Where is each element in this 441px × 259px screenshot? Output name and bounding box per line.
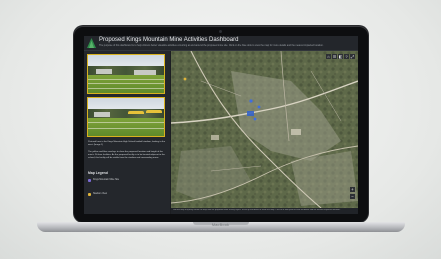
dashboard-title: Proposed Kings Mountain Mine Activities …: [99, 37, 239, 43]
mine-site-swatch: [88, 179, 91, 182]
zoom-out-button[interactable]: −: [350, 194, 355, 199]
proposed-facility-overlay: [146, 110, 162, 113]
map-imagery: [171, 51, 358, 208]
brand-label: MacBook: [211, 223, 230, 227]
laptop-screen: Proposed Kings Mountain Mine Activities …: [84, 36, 358, 214]
stadium-photo-after[interactable]: [87, 97, 165, 137]
proposed-facility-overlay: [128, 111, 144, 114]
zoom-in-button[interactable]: +: [350, 187, 355, 192]
camera: [219, 30, 222, 33]
stadium-photo-before[interactable]: [87, 54, 165, 94]
legend-title: Map Legend: [88, 171, 108, 175]
legend-item-mine-site: Kings Mountain Mine Site: [93, 178, 120, 181]
info-panel: Pictured here is the Kings Mountain High…: [84, 51, 170, 214]
satellite-map[interactable]: ⌂ ☰ ◧ ? ⤢ + −: [171, 51, 358, 208]
dashboard-subtitle: The purpose of this dashboard is to help…: [99, 44, 324, 47]
help-icon[interactable]: ?: [344, 54, 349, 59]
photo-description: The yellow and blue overlays to show the…: [88, 151, 165, 159]
mountain-logo-icon: [87, 38, 96, 48]
photo-caption: Pictured here is the Kings Mountain High…: [88, 141, 166, 146]
dashboard-header: Proposed Kings Mountain Mine Activities …: [84, 36, 358, 51]
layers-icon[interactable]: ☰: [332, 54, 337, 59]
home-icon[interactable]: ⌂: [326, 54, 331, 59]
fullscreen-icon[interactable]: ⤢: [350, 54, 355, 59]
map-footer-text: Use the map to quickly locate the map wi…: [173, 209, 341, 211]
map-footer-bar: Use the map to quickly locate the map wi…: [171, 208, 358, 214]
map-toolbar: ⌂ ☰ ◧ ? ⤢: [326, 54, 355, 60]
legend-item-stadium-view: Stadium View: [93, 192, 108, 195]
basemap-icon[interactable]: ◧: [338, 54, 343, 59]
stadium-view-swatch: [88, 193, 91, 196]
laptop-lid: Proposed Kings Mountain Mine Activities …: [74, 26, 368, 222]
